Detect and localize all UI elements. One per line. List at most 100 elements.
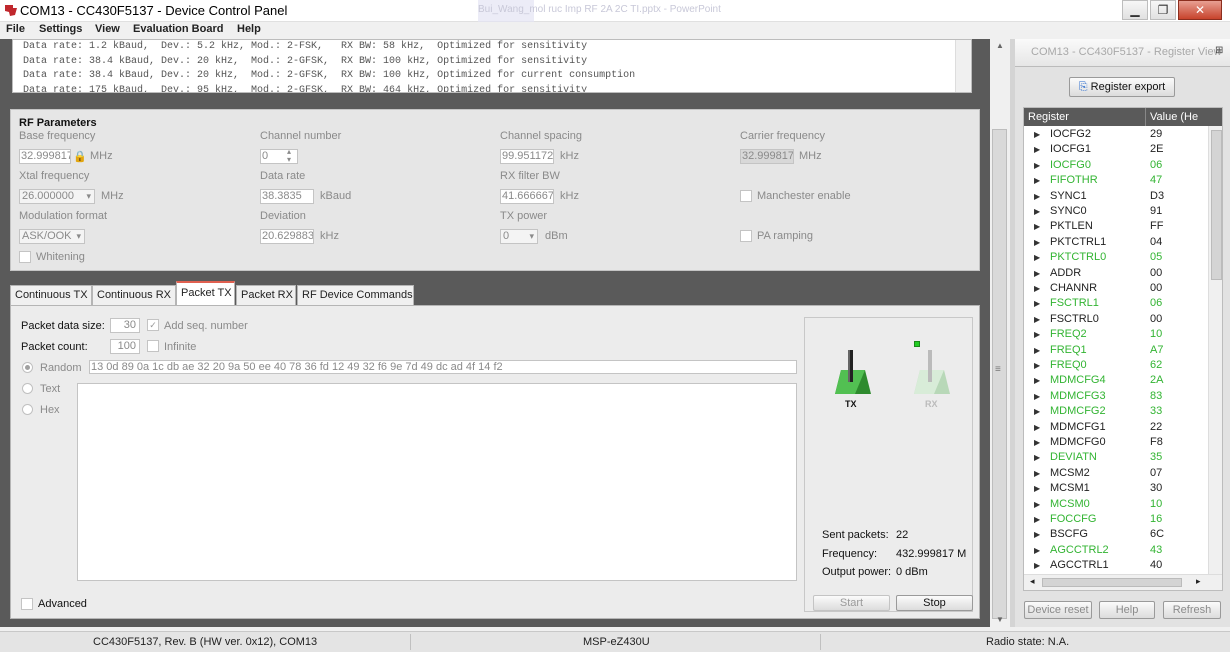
register-row[interactable]: ▶ FSCTRL0 00 (1024, 312, 1208, 327)
register-row[interactable]: ▶ AGCCTRL2 43 (1024, 543, 1208, 558)
register-hscroll-thumb[interactable] (1042, 578, 1182, 587)
help-button[interactable]: Help (1099, 601, 1155, 619)
register-value[interactable]: 05 (1150, 250, 1162, 265)
register-row[interactable]: ▶ MCSM1 30 (1024, 481, 1208, 496)
register-row[interactable]: ▶ IOCFG2 29 (1024, 127, 1208, 142)
pin-icon[interactable]: ⊞ (1215, 45, 1223, 56)
refresh-button[interactable]: Refresh (1163, 601, 1221, 619)
pa-ramping-checkbox[interactable] (740, 230, 752, 242)
value-column-header[interactable]: Value (He (1146, 108, 1222, 126)
register-value[interactable]: 16 (1150, 512, 1162, 527)
base-frequency-field[interactable]: 32.999817 (19, 149, 71, 164)
expand-arrow-icon[interactable]: ▶ (1034, 343, 1040, 358)
expand-arrow-icon[interactable]: ▶ (1034, 158, 1040, 173)
expand-arrow-icon[interactable]: ▶ (1034, 204, 1040, 219)
expand-arrow-icon[interactable]: ▶ (1034, 189, 1040, 204)
manchester-checkbox[interactable] (740, 190, 752, 202)
expand-arrow-icon[interactable]: ▶ (1034, 512, 1040, 527)
register-vscroll[interactable] (1208, 126, 1222, 574)
register-value[interactable]: A7 (1150, 343, 1163, 358)
expand-arrow-icon[interactable]: ▶ (1034, 296, 1040, 311)
close-button[interactable]: ✕ (1178, 0, 1222, 20)
start-button[interactable]: Start (813, 595, 890, 611)
random-radio[interactable] (22, 362, 33, 373)
register-row[interactable]: ▶ MDMCFG1 22 (1024, 420, 1208, 435)
register-value[interactable]: 47 (1150, 173, 1162, 188)
expand-arrow-icon[interactable]: ▶ (1034, 435, 1040, 450)
register-row[interactable]: ▶ MCSM2 07 (1024, 466, 1208, 481)
whitening-checkbox[interactable] (19, 251, 31, 263)
expand-arrow-icon[interactable]: ▶ (1034, 281, 1040, 296)
expand-arrow-icon[interactable]: ▶ (1034, 219, 1040, 234)
scroll-right-icon[interactable]: ▸ (1196, 576, 1201, 587)
register-row[interactable]: ▶ SYNC1 D3 (1024, 189, 1208, 204)
main-scrollbar[interactable]: ▲ ▼ (990, 39, 1010, 627)
expand-arrow-icon[interactable]: ▶ (1034, 389, 1040, 404)
infinite-checkbox[interactable] (147, 340, 159, 352)
register-row[interactable]: ▶ AGCCTRL1 40 (1024, 558, 1208, 573)
register-value[interactable]: 35 (1150, 450, 1162, 465)
menu-settings[interactable]: Settings (39, 23, 82, 35)
spin-arrows-icon[interactable]: ▴ ▾ (287, 148, 291, 164)
register-row[interactable]: ▶ ADDR 00 (1024, 266, 1208, 281)
register-value[interactable]: 07 (1150, 466, 1162, 481)
register-value[interactable]: FF (1150, 219, 1163, 234)
preset-item[interactable]: Data rate: 1.2 kBaud, Dev.: 5.2 kHz, Mod… (13, 40, 971, 55)
expand-arrow-icon[interactable]: ▶ (1034, 481, 1040, 496)
advanced-checkbox[interactable] (21, 598, 33, 610)
register-value[interactable]: 04 (1150, 235, 1162, 250)
expand-arrow-icon[interactable]: ▶ (1034, 327, 1040, 342)
expand-arrow-icon[interactable]: ▶ (1034, 312, 1040, 327)
register-value[interactable]: 40 (1150, 558, 1162, 573)
register-value[interactable]: 83 (1150, 389, 1162, 404)
tab-rf-device-commands[interactable]: RF Device Commands (297, 285, 414, 305)
expand-arrow-icon[interactable]: ▶ (1034, 450, 1040, 465)
deviation-field[interactable]: 20.629883 (260, 229, 314, 244)
register-value[interactable]: F8 (1150, 435, 1163, 450)
packet-count-field[interactable]: 100 (110, 339, 140, 354)
register-value[interactable]: 10 (1150, 327, 1162, 342)
register-row[interactable]: ▶ IOCFG0 06 (1024, 158, 1208, 173)
tab-continuous-rx[interactable]: Continuous RX (92, 285, 176, 305)
channel-number-field[interactable]: 0 (260, 149, 298, 164)
register-vscroll-thumb[interactable] (1211, 130, 1222, 280)
register-row[interactable]: ▶ FOCCFG 16 (1024, 512, 1208, 527)
register-value[interactable]: 33 (1150, 404, 1162, 419)
packet-size-field[interactable]: 30 (110, 318, 140, 333)
maximize-button[interactable]: ❐ (1150, 0, 1176, 20)
expand-arrow-icon[interactable]: ▶ (1034, 373, 1040, 388)
preset-item[interactable]: Data rate: 38.4 kBaud, Dev.: 20 kHz, Mod… (13, 69, 971, 84)
xtal-frequency-dropdown[interactable]: 26.000000 (19, 189, 95, 204)
register-value[interactable]: 6C (1150, 527, 1164, 542)
register-export-button[interactable]: ⎘ Register export (1069, 77, 1175, 97)
menu-file[interactable]: File (6, 23, 25, 35)
tab-packet-rx[interactable]: Packet RX (236, 285, 296, 305)
expand-arrow-icon[interactable]: ▶ (1034, 420, 1040, 435)
register-hscroll[interactable]: ◂ ▸ (1024, 574, 1222, 590)
register-value[interactable]: 06 (1150, 158, 1162, 173)
register-row[interactable]: ▶ MDMCFG4 2A (1024, 373, 1208, 388)
register-row[interactable]: ▶ MCSM0 10 (1024, 497, 1208, 512)
register-row[interactable]: ▶ FSCTRL1 06 (1024, 296, 1208, 311)
expand-arrow-icon[interactable]: ▶ (1034, 266, 1040, 281)
splitter-grip-icon[interactable]: ≡ (995, 364, 1001, 375)
register-value[interactable]: 06 (1150, 296, 1162, 311)
register-value[interactable]: 00 (1150, 281, 1162, 296)
expand-arrow-icon[interactable]: ▶ (1034, 543, 1040, 558)
minimize-button[interactable]: ▁ (1122, 0, 1148, 20)
register-row[interactable]: ▶ PKTCTRL0 05 (1024, 250, 1208, 265)
register-value[interactable]: 62 (1150, 358, 1162, 373)
register-row[interactable]: ▶ PKTLEN FF (1024, 219, 1208, 234)
packet-data-textarea[interactable] (77, 383, 797, 581)
tx-power-dropdown[interactable]: 0 (500, 229, 538, 244)
expand-arrow-icon[interactable]: ▶ (1034, 404, 1040, 419)
register-row[interactable]: ▶ MDMCFG0 F8 (1024, 435, 1208, 450)
expand-arrow-icon[interactable]: ▶ (1034, 558, 1040, 573)
register-value[interactable]: 30 (1150, 481, 1162, 496)
tab-continuous-tx[interactable]: Continuous TX (10, 285, 92, 305)
register-row[interactable]: ▶ FIFOTHR 47 (1024, 173, 1208, 188)
register-value[interactable]: D3 (1150, 189, 1164, 204)
register-row[interactable]: ▶ FREQ1 A7 (1024, 343, 1208, 358)
menu-evaluation-board[interactable]: Evaluation Board (133, 23, 223, 35)
modulation-format-dropdown[interactable]: ASK/OOK (19, 229, 85, 244)
